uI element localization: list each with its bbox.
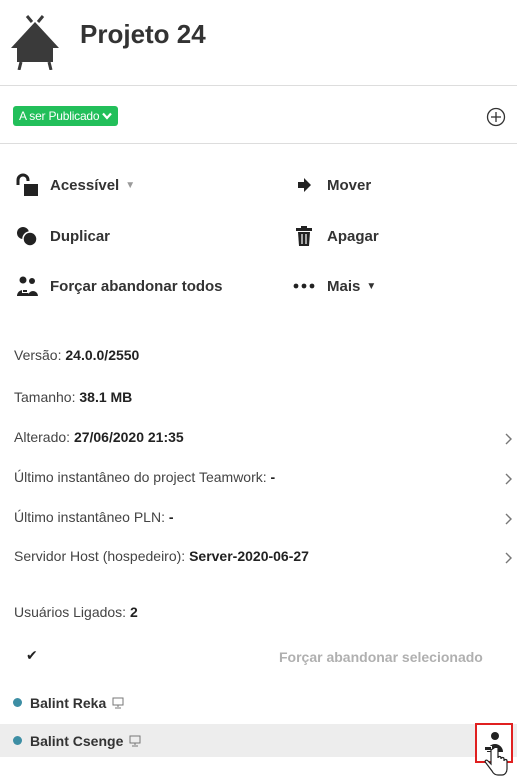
version-label: Versão:: [14, 347, 62, 363]
force-leave-all-action[interactable]: Forçar abandonar todos: [14, 271, 223, 301]
modified-label: Alterado:: [14, 429, 71, 445]
delete-action[interactable]: Apagar: [291, 221, 379, 251]
pln-snapshot-value: -: [168, 509, 174, 525]
status-badge[interactable]: A ser Publicado: [13, 106, 119, 126]
chevron-down-icon: [102, 112, 113, 120]
monitor-icon: [129, 735, 141, 746]
modified-value: 27/06/2020 21:35: [73, 429, 184, 445]
accessible-label: Acessível: [50, 176, 120, 194]
user-row-selected[interactable]: Balint Csenge: [0, 724, 517, 757]
modified-row[interactable]: Alterado: 27/06/2020 21:35: [14, 429, 184, 445]
force-leave-all-label: Forçar abandonar todos: [50, 277, 223, 295]
move-label: Mover: [327, 176, 372, 194]
size-row: Tamanho: 38.1 MB: [14, 389, 132, 405]
connected-users-row: Usuários Ligados: 2: [14, 604, 138, 620]
size-label: Tamanho:: [14, 389, 76, 405]
chevron-right-icon[interactable]: [503, 512, 513, 526]
house-icon: [11, 15, 59, 70]
caret-down-icon: ▼: [366, 280, 377, 292]
teamwork-snapshot-row[interactable]: Último instantâneo do project Teamwork: …: [14, 469, 275, 485]
select-all-check[interactable]: ✔: [26, 647, 38, 664]
force-leave-selected-button[interactable]: Forçar abandonar selecionado: [279, 649, 483, 665]
trash-icon: [291, 223, 317, 249]
more-label: Mais: [327, 277, 361, 295]
host-server-row[interactable]: Servidor Host (hospedeiro): Server-2020-…: [14, 548, 309, 564]
unlock-icon: [14, 172, 40, 198]
move-action[interactable]: Mover: [291, 170, 371, 200]
teamwork-snapshot-label: Último instantâneo do project Teamwork:: [14, 469, 267, 485]
connected-users-label: Usuários Ligados:: [14, 604, 127, 620]
connected-users-count: 2: [129, 604, 138, 620]
pln-snapshot-row[interactable]: Último instantâneo PLN: -: [14, 509, 174, 525]
status-row: A ser Publicado: [0, 86, 517, 144]
duplicate-icon: [14, 223, 40, 249]
plus-circle-icon[interactable]: [486, 107, 506, 127]
size-value: 38.1 MB: [79, 389, 133, 405]
user-name: Balint Csenge: [30, 732, 124, 749]
more-action[interactable]: Mais ▼: [291, 271, 376, 301]
chevron-right-icon[interactable]: [503, 432, 513, 446]
pln-snapshot-label: Último instantâneo PLN:: [14, 509, 165, 525]
more-dots-icon: [291, 273, 317, 299]
hand-cursor-icon: [484, 748, 508, 776]
version-row: Versão: 24.0.0/2550: [14, 347, 139, 363]
status-badge-label: A ser Publicado: [19, 109, 100, 123]
host-server-value: Server-2020-06-27: [189, 548, 309, 564]
host-server-label: Servidor Host (hospedeiro):: [14, 548, 186, 564]
teamwork-snapshot-value: -: [270, 469, 276, 485]
user-name: Balint Reka: [30, 694, 107, 711]
arrow-right-icon: [291, 172, 317, 198]
online-dot: [13, 736, 22, 745]
duplicate-action[interactable]: Duplicar: [14, 221, 110, 251]
duplicate-label: Duplicar: [50, 227, 111, 245]
version-value: 24.0.0/2550: [65, 347, 140, 363]
project-header: Projeto 24: [0, 0, 517, 86]
accessible-action[interactable]: Acessível ▼: [14, 170, 135, 200]
monitor-icon: [112, 697, 124, 708]
users-kick-icon: [14, 273, 40, 299]
online-dot: [13, 698, 22, 707]
delete-label: Apagar: [327, 227, 379, 245]
chevron-right-icon[interactable]: [503, 551, 513, 565]
user-row[interactable]: Balint Reka: [0, 686, 517, 719]
project-title: Projeto 24: [80, 19, 206, 49]
caret-down-icon: ▼: [125, 179, 136, 191]
chevron-right-icon[interactable]: [503, 472, 513, 486]
